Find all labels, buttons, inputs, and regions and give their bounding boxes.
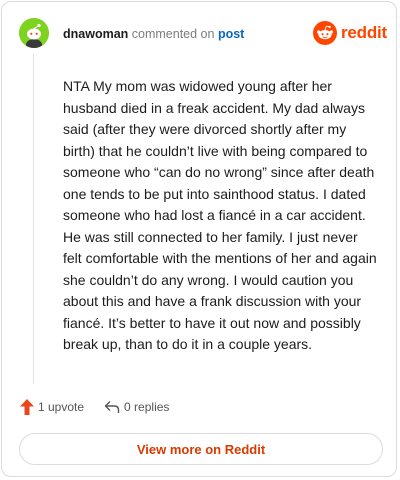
upvote-arrow-icon <box>20 399 34 415</box>
upvote-button[interactable]: 1 upvote <box>20 399 84 415</box>
comment-actions: 1 upvote 0 replies <box>20 399 169 415</box>
view-more-button[interactable]: View more on Reddit <box>19 433 383 465</box>
snoo-avatar-icon <box>19 18 49 48</box>
action-text: commented on <box>131 27 215 41</box>
user-avatar[interactable] <box>19 18 49 48</box>
upvote-count: 1 upvote <box>38 400 85 414</box>
post-link[interactable]: post <box>218 27 244 41</box>
reddit-wordmark: reddit <box>341 23 388 42</box>
thread-line <box>33 54 34 384</box>
comment-header: dnawoman commented on post <box>63 26 244 42</box>
replies-button[interactable]: 0 replies <box>104 400 169 414</box>
reddit-logo-icon <box>313 21 337 45</box>
reddit-brand-link[interactable]: reddit <box>313 21 387 45</box>
username-link[interactable]: dnawoman <box>63 27 128 41</box>
comment-body: NTA My mom was widowed young after her h… <box>63 78 377 352</box>
comment-card: dnawoman commented on post reddit NTA My… <box>1 1 397 477</box>
replies-count: 0 replies <box>124 400 170 414</box>
reply-arrow-icon <box>104 401 120 413</box>
